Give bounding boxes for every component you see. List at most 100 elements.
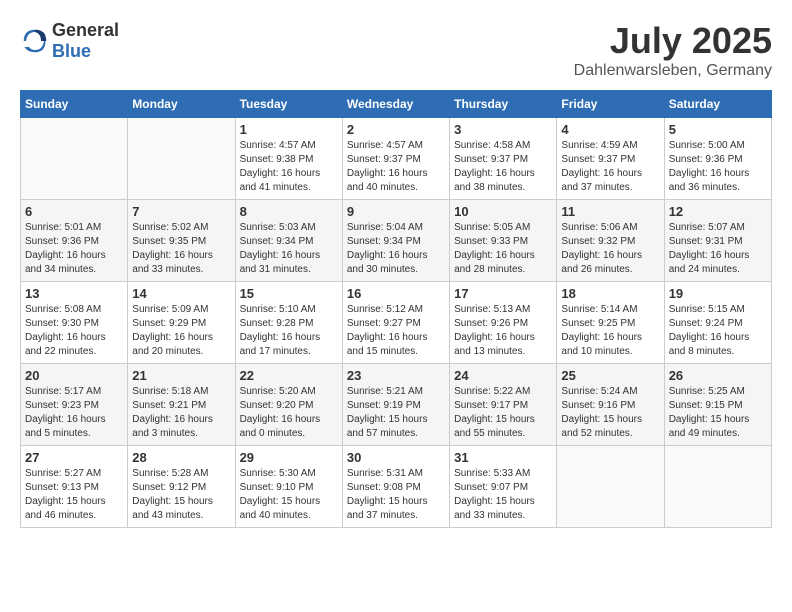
calendar-day: [21, 118, 128, 200]
day-info: Sunrise: 5:22 AMSunset: 9:17 PMDaylight:…: [454, 385, 552, 441]
calendar-day: 26Sunrise: 5:25 AMSunset: 9:15 PMDayligh…: [664, 364, 771, 446]
day-number: 8: [240, 204, 338, 219]
calendar-week-4: 20Sunrise: 5:17 AMSunset: 9:23 PMDayligh…: [21, 364, 772, 446]
day-number: 12: [669, 204, 767, 219]
day-number: 4: [561, 122, 659, 137]
calendar-day: 18Sunrise: 5:14 AMSunset: 9:25 PMDayligh…: [557, 282, 664, 364]
logo: General Blue: [20, 20, 119, 62]
day-info: Sunrise: 4:57 AMSunset: 9:37 PMDaylight:…: [347, 139, 445, 195]
day-info: Sunrise: 5:04 AMSunset: 9:34 PMDaylight:…: [347, 221, 445, 277]
calendar-day: 8 Sunrise: 5:03 AMSunset: 9:34 PMDaylight…: [235, 200, 342, 282]
day-info: Sunrise: 4:57 AMSunset: 9:38 PMDaylight:…: [240, 139, 338, 195]
day-number: 2: [347, 122, 445, 137]
day-number: 7: [132, 204, 230, 219]
logo-general: General: [52, 20, 119, 40]
title-section: July 2025 Dahlenwarsleben, Germany: [574, 20, 772, 80]
day-info: Sunrise: 5:15 AMSunset: 9:24 PMDaylight:…: [669, 303, 767, 359]
calendar-day: [128, 118, 235, 200]
weekday-header-tuesday: Tuesday: [235, 91, 342, 118]
weekday-header-row: SundayMondayTuesdayWednesdayThursdayFrid…: [21, 91, 772, 118]
calendar-day: 13 Sunrise: 5:08 AMSunset: 9:30 PMDayligh…: [21, 282, 128, 364]
day-number: 22: [240, 368, 338, 383]
calendar-day: 2 Sunrise: 4:57 AMSunset: 9:37 PMDaylight…: [342, 118, 449, 200]
calendar-table: SundayMondayTuesdayWednesdayThursdayFrid…: [20, 90, 772, 528]
day-info: Sunrise: 5:10 AMSunset: 9:28 PMDaylight:…: [240, 303, 338, 359]
calendar-day: 17 Sunrise: 5:13 AMSunset: 9:26 PMDayligh…: [450, 282, 557, 364]
calendar-day: 4 Sunrise: 4:59 AMSunset: 9:37 PMDaylight…: [557, 118, 664, 200]
calendar-day: 19 Sunrise: 5:15 AMSunset: 9:24 PMDayligh…: [664, 282, 771, 364]
weekday-header-sunday: Sunday: [21, 91, 128, 118]
day-info: Sunrise: 5:00 AMSunset: 9:36 PMDaylight:…: [669, 139, 767, 195]
day-number: 11: [561, 204, 659, 219]
day-info: Sunrise: 5:24 AMSunset: 9:16 PMDaylight:…: [561, 385, 659, 441]
calendar-day: 11 Sunrise: 5:06 AMSunset: 9:32 PMDayligh…: [557, 200, 664, 282]
day-info: Sunrise: 5:03 AMSunset: 9:34 PMDaylight:…: [240, 221, 338, 277]
day-info: Sunrise: 5:33 AMSunset: 9:07 PMDaylight:…: [454, 467, 552, 523]
calendar-day: 10 Sunrise: 5:05 AMSunset: 9:33 PMDayligh…: [450, 200, 557, 282]
day-info: Sunrise: 5:09 AMSunset: 9:29 PMDaylight:…: [132, 303, 230, 359]
calendar-week-5: 27 Sunrise: 5:27 AMSunset: 9:13 PMDayligh…: [21, 446, 772, 528]
day-number: 24: [454, 368, 552, 383]
day-number: 31: [454, 450, 552, 465]
day-number: 29: [240, 450, 338, 465]
calendar-day: 29 Sunrise: 5:30 AMSunset: 9:10 PMDayligh…: [235, 446, 342, 528]
day-info: Sunrise: 5:31 AMSunset: 9:08 PMDaylight:…: [347, 467, 445, 523]
calendar-day: 3Sunrise: 4:58 AMSunset: 9:37 PMDaylight…: [450, 118, 557, 200]
calendar-day: 16 Sunrise: 5:12 AMSunset: 9:27 PMDayligh…: [342, 282, 449, 364]
day-info: Sunrise: 5:13 AMSunset: 9:26 PMDaylight:…: [454, 303, 552, 359]
day-number: 14: [132, 286, 230, 301]
weekday-header-saturday: Saturday: [664, 91, 771, 118]
day-info: Sunrise: 5:18 AMSunset: 9:21 PMDaylight:…: [132, 385, 230, 441]
day-number: 25: [561, 368, 659, 383]
day-number: 26: [669, 368, 767, 383]
day-number: 30: [347, 450, 445, 465]
day-number: 13: [25, 286, 123, 301]
day-number: 16: [347, 286, 445, 301]
day-info: Sunrise: 5:30 AMSunset: 9:10 PMDaylight:…: [240, 467, 338, 523]
day-number: 21: [132, 368, 230, 383]
day-info: Sunrise: 5:12 AMSunset: 9:27 PMDaylight:…: [347, 303, 445, 359]
calendar-week-3: 13 Sunrise: 5:08 AMSunset: 9:30 PMDayligh…: [21, 282, 772, 364]
day-number: 20: [25, 368, 123, 383]
calendar-day: 1 Sunrise: 4:57 AMSunset: 9:38 PMDaylight…: [235, 118, 342, 200]
day-info: Sunrise: 5:20 AMSunset: 9:20 PMDaylight:…: [240, 385, 338, 441]
calendar-day: 6Sunrise: 5:01 AMSunset: 9:36 PMDaylight…: [21, 200, 128, 282]
day-number: 9: [347, 204, 445, 219]
day-number: 10: [454, 204, 552, 219]
day-info: Sunrise: 5:27 AMSunset: 9:13 PMDaylight:…: [25, 467, 123, 523]
day-info: Sunrise: 5:07 AMSunset: 9:31 PMDaylight:…: [669, 221, 767, 277]
weekday-header-wednesday: Wednesday: [342, 91, 449, 118]
calendar-week-1: 1 Sunrise: 4:57 AMSunset: 9:38 PMDaylight…: [21, 118, 772, 200]
calendar-week-2: 6Sunrise: 5:01 AMSunset: 9:36 PMDaylight…: [21, 200, 772, 282]
day-info: Sunrise: 5:05 AMSunset: 9:33 PMDaylight:…: [454, 221, 552, 277]
day-info: Sunrise: 4:59 AMSunset: 9:37 PMDaylight:…: [561, 139, 659, 195]
calendar-day: 30 Sunrise: 5:31 AMSunset: 9:08 PMDayligh…: [342, 446, 449, 528]
day-info: Sunrise: 5:02 AMSunset: 9:35 PMDaylight:…: [132, 221, 230, 277]
day-info: Sunrise: 5:06 AMSunset: 9:32 PMDaylight:…: [561, 221, 659, 277]
page-header: General Blue July 2025 Dahlenwarsleben, …: [20, 20, 772, 80]
day-number: 6: [25, 204, 123, 219]
day-number: 17: [454, 286, 552, 301]
day-number: 19: [669, 286, 767, 301]
calendar-day: 9 Sunrise: 5:04 AMSunset: 9:34 PMDaylight…: [342, 200, 449, 282]
logo-icon: [20, 26, 50, 56]
calendar-day: 31 Sunrise: 5:33 AMSunset: 9:07 PMDayligh…: [450, 446, 557, 528]
logo-blue: Blue: [52, 41, 91, 61]
calendar-day: 7 Sunrise: 5:02 AMSunset: 9:35 PMDaylight…: [128, 200, 235, 282]
weekday-header-monday: Monday: [128, 91, 235, 118]
calendar-day: [557, 446, 664, 528]
day-number: 27: [25, 450, 123, 465]
day-info: Sunrise: 5:08 AMSunset: 9:30 PMDaylight:…: [25, 303, 123, 359]
calendar-day: [664, 446, 771, 528]
calendar-day: 20Sunrise: 5:17 AMSunset: 9:23 PMDayligh…: [21, 364, 128, 446]
day-number: 3: [454, 122, 552, 137]
day-info: Sunrise: 5:21 AMSunset: 9:19 PMDaylight:…: [347, 385, 445, 441]
day-number: 5: [669, 122, 767, 137]
calendar-day: 25 Sunrise: 5:24 AMSunset: 9:16 PMDayligh…: [557, 364, 664, 446]
calendar-day: 5 Sunrise: 5:00 AMSunset: 9:36 PMDaylight…: [664, 118, 771, 200]
day-number: 1: [240, 122, 338, 137]
calendar-day: 15Sunrise: 5:10 AMSunset: 9:28 PMDayligh…: [235, 282, 342, 364]
day-number: 23: [347, 368, 445, 383]
calendar-day: 24 Sunrise: 5:22 AMSunset: 9:17 PMDayligh…: [450, 364, 557, 446]
day-number: 28: [132, 450, 230, 465]
